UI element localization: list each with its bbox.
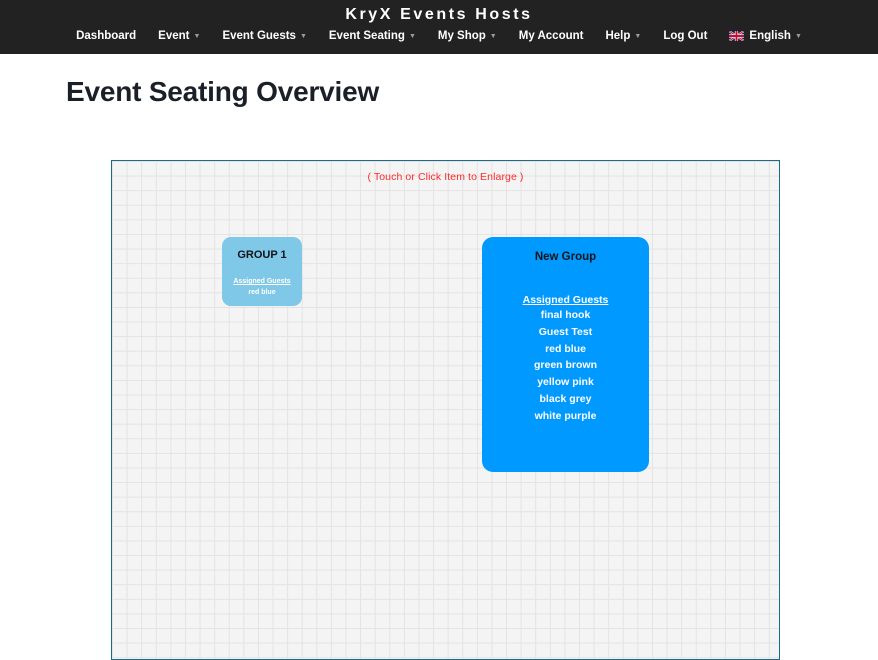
chevron-down-icon: ▼ [408,33,416,40]
nav-label: Event [158,30,190,42]
main-navigation: Dashboard Event ▼ Event Guests ▼ Event S… [0,29,878,43]
nav-label: My Shop [437,30,486,42]
nav-label: Event Guests [222,30,296,42]
guest-name: green brown [533,359,597,372]
seating-canvas[interactable]: ( Touch or Click Item to Enlarge ) GROUP… [111,160,780,660]
nav-item-dashboard[interactable]: Dashboard [65,29,147,43]
nav-item-event-seating[interactable]: Event Seating ▼ [318,29,427,43]
nav-item-help[interactable]: Help ▼ [594,29,652,43]
nav-item-my-account[interactable]: My Account [508,29,595,43]
chevron-down-icon: ▼ [299,33,307,40]
chevron-down-icon: ▼ [489,33,497,40]
seating-group-box-new-group[interactable]: New Group Assigned Guests final hook Gue… [482,237,649,472]
nav-item-log-out[interactable]: Log Out [652,29,718,43]
group-name: GROUP 1 [237,249,287,261]
nav-item-language-switcher[interactable]: English ▼ [718,29,812,43]
group-name: New Group [534,251,597,263]
guest-name: Guest Test [538,325,593,338]
nav-item-event[interactable]: Event ▼ [147,29,211,43]
seating-group-box-group-1[interactable]: GROUP 1 Assigned Guests red blue [222,237,302,306]
site-brand-title: KryX Events Hosts [345,6,533,23]
guest-name: final hook [540,309,591,321]
guest-name: red blue [545,342,586,355]
chevron-down-icon: ▼ [794,33,802,40]
canvas-hint-text: ( Touch or Click Item to Enlarge ) [367,171,524,183]
nav-item-event-guests[interactable]: Event Guests ▼ [211,29,317,43]
nav-item-my-shop[interactable]: My Shop ▼ [427,29,508,43]
assigned-guests-label[interactable]: Assigned Guests [222,275,302,288]
assigned-guests-label[interactable]: Assigned Guests [482,294,649,307]
uk-flag-icon [729,31,745,41]
guest-name: white purple [534,409,597,422]
guest-name: yellow pink [537,376,594,389]
nav-label: My Account [518,30,584,42]
guest-name: red blue [248,289,276,296]
nav-label: Event Seating [328,30,405,42]
nav-label: Help [605,30,631,42]
chevron-down-icon: ▼ [193,33,201,40]
guest-name: black grey [539,392,592,405]
language-label: English [749,30,791,42]
nav-label: Log Out [663,30,708,42]
chevron-down-icon: ▼ [634,33,642,40]
nav-label: Dashboard [76,30,137,42]
top-header-bar: KryX Events Hosts Dashboard Event ▼ Even… [0,0,878,54]
page-title: Event Seating Overview [66,76,380,107]
